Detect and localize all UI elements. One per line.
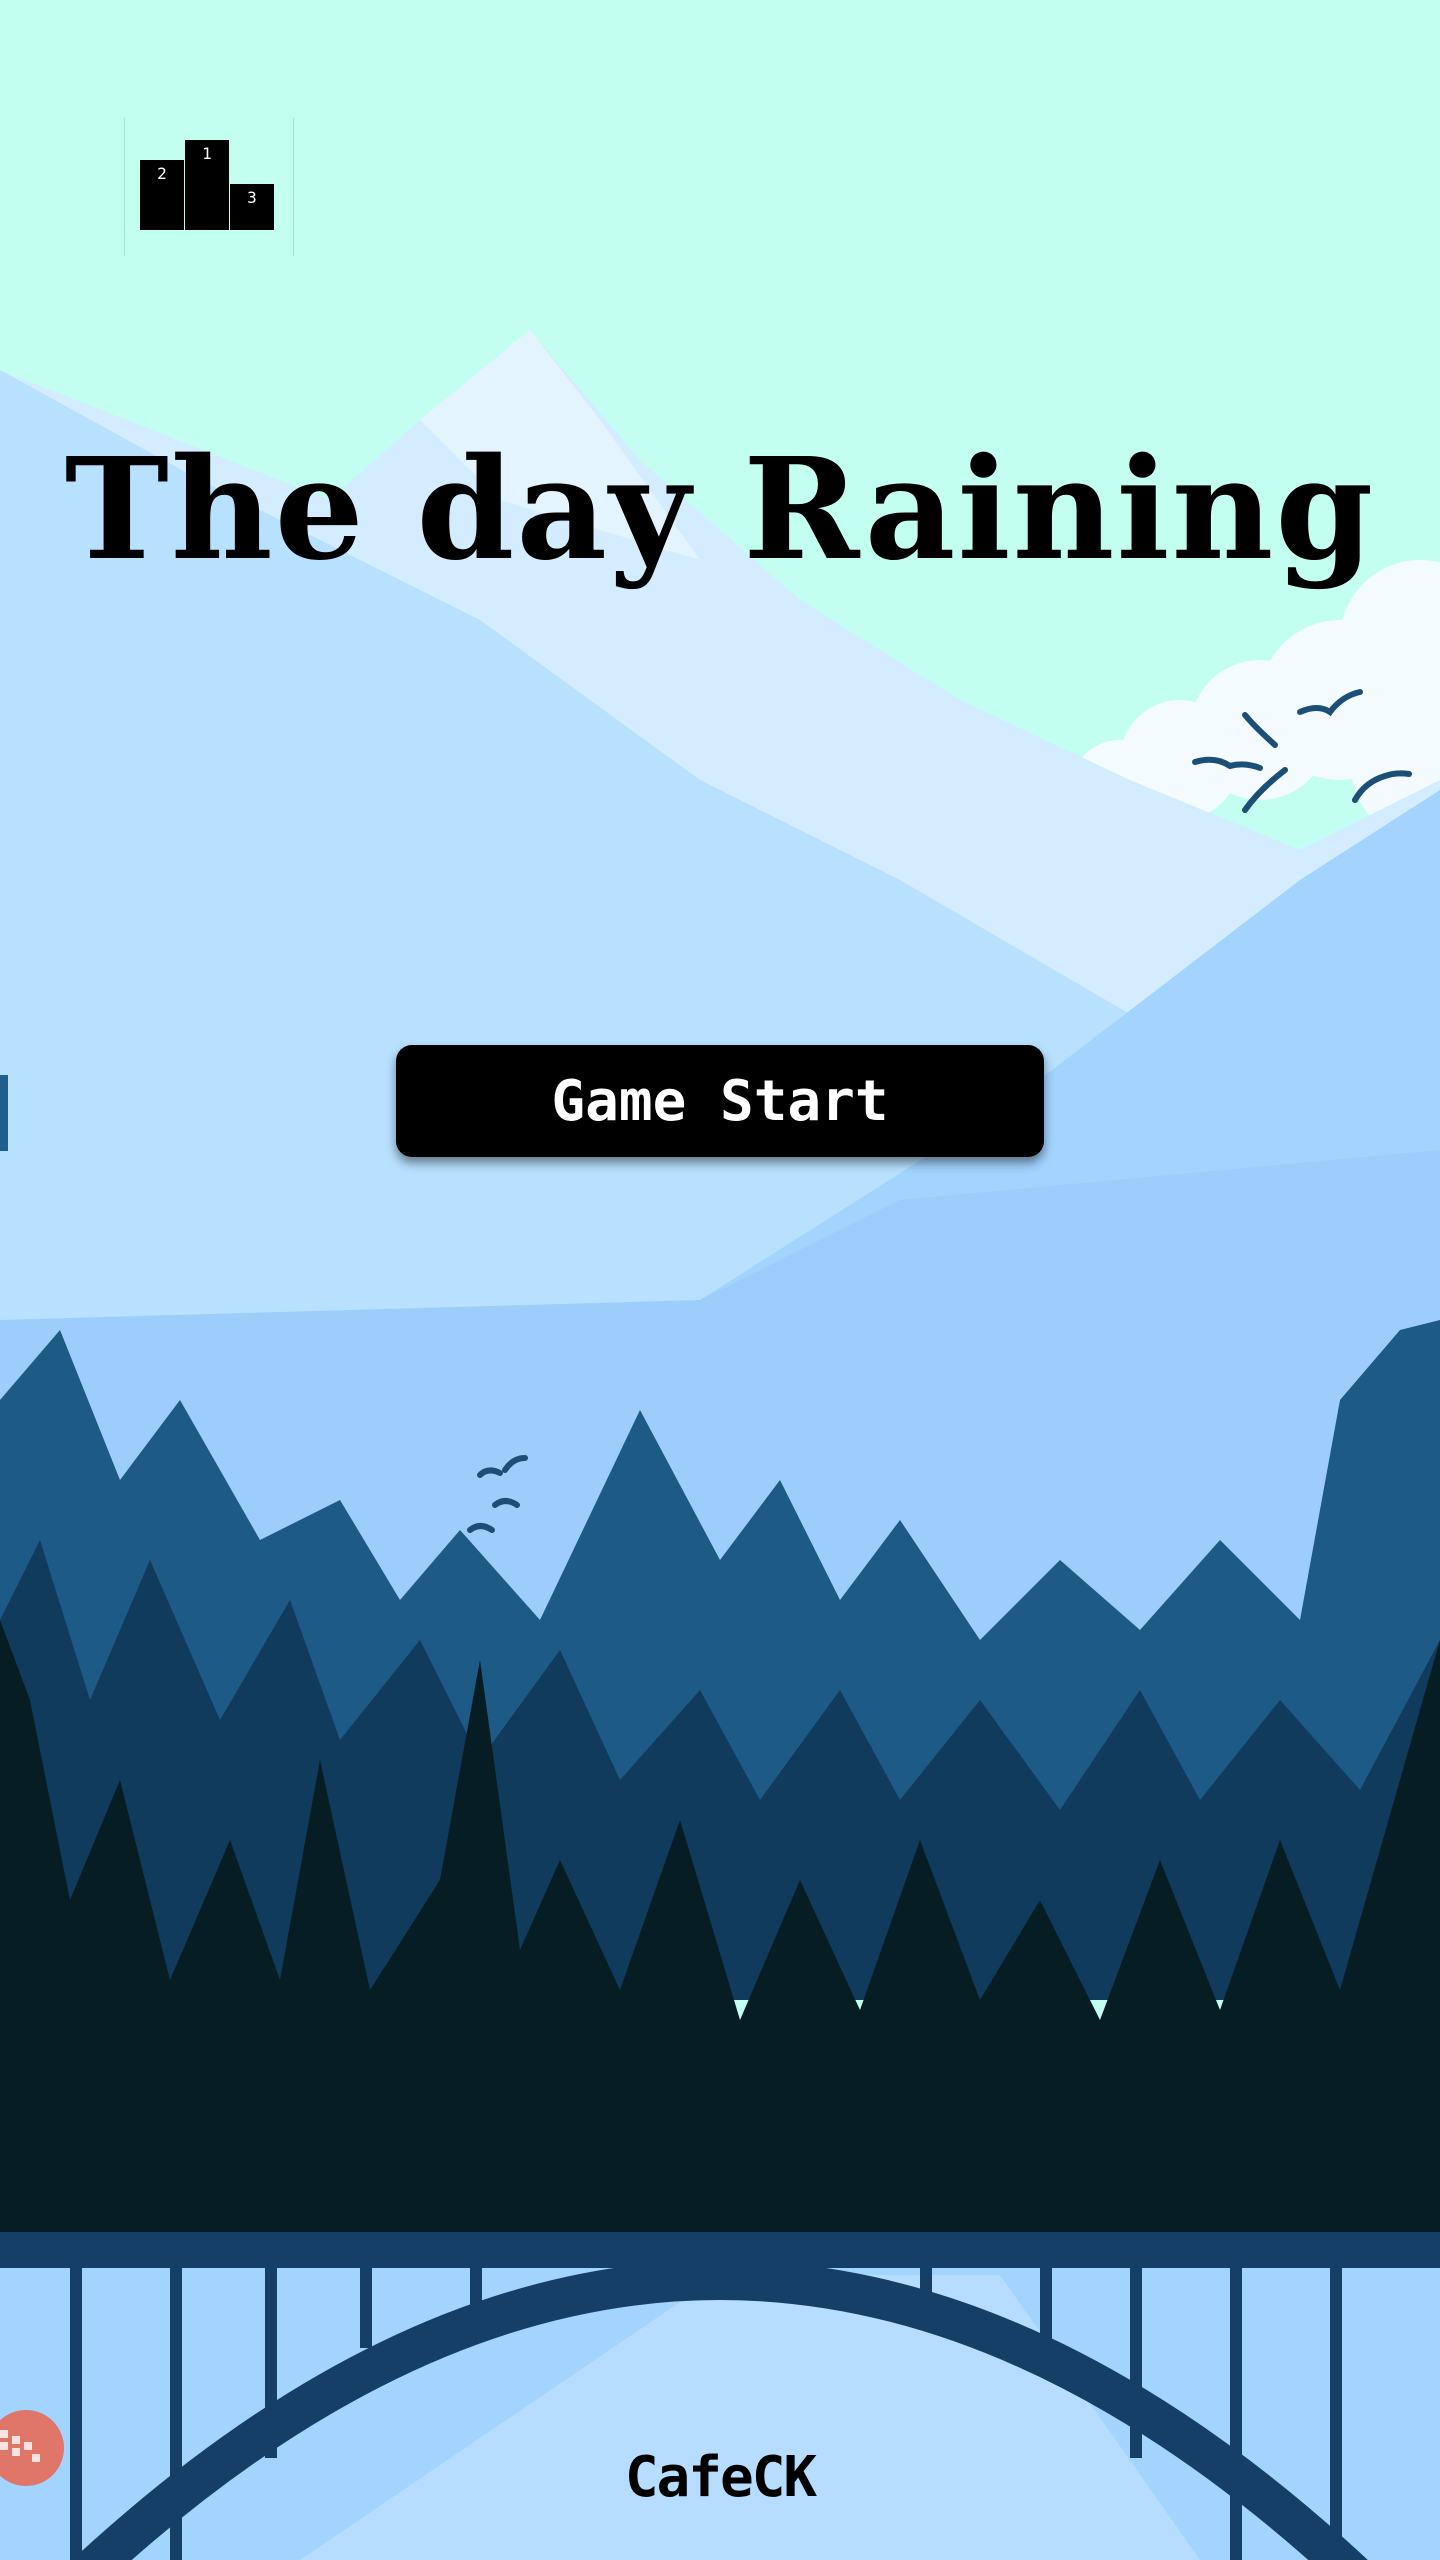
podium-first: 1	[185, 140, 229, 230]
podium-icon: 2	[140, 160, 184, 230]
gamepad-glyph	[0, 2430, 40, 2462]
side-tab	[0, 1075, 8, 1151]
leaderboard-button[interactable]: 2 1 3	[124, 118, 294, 256]
background-scene	[0, 0, 1440, 2560]
brand-label: CafeCK	[624, 2445, 817, 2510]
podium-first-label: 1	[202, 144, 212, 163]
game-start-button[interactable]: Game Start	[396, 1045, 1044, 1157]
game-title: The day Raining	[64, 428, 1376, 592]
podium-second-label: 2	[157, 164, 167, 183]
podium-third: 3	[230, 184, 274, 230]
podium-third-label: 3	[247, 188, 257, 207]
